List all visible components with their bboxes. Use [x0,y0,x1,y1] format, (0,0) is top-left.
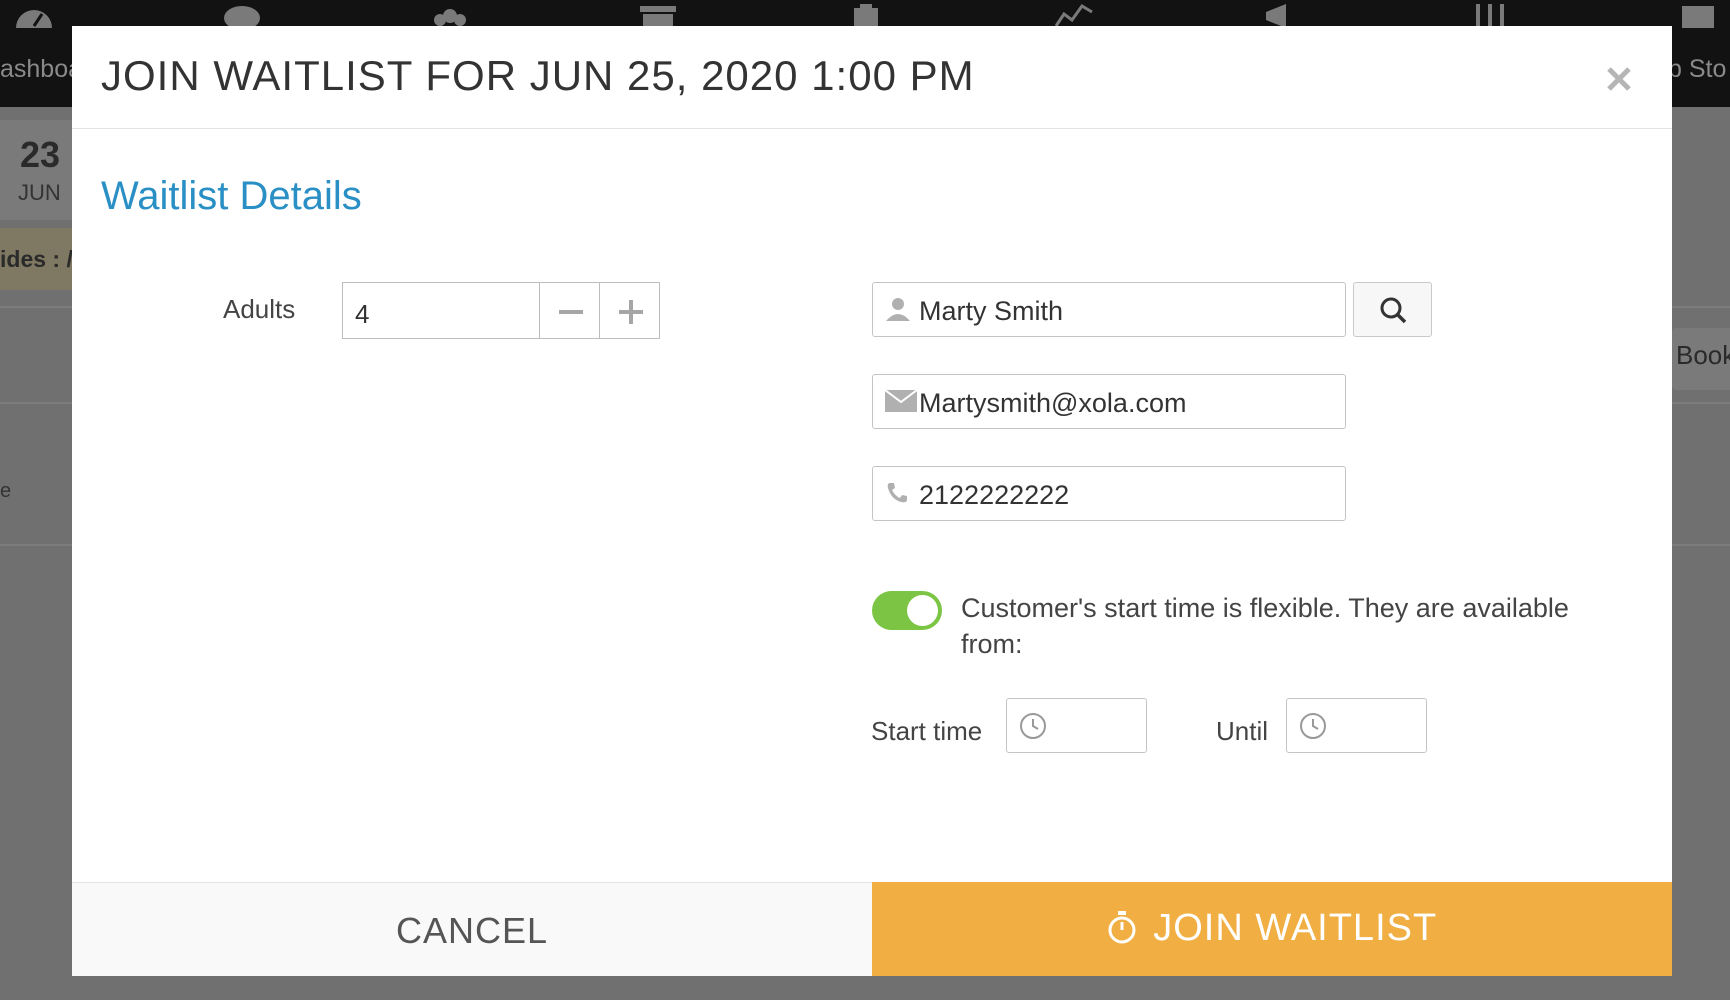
phone-field[interactable]: 2122222222 [872,466,1346,521]
decrement-button[interactable] [539,282,600,339]
email-value: Martysmith@xola.com [919,388,1187,418]
user-icon [886,298,910,321]
nav-label-dashboard: ashboa [0,55,83,83]
start-time-label: Start time [871,716,983,746]
envelope-icon [885,390,917,412]
until-time-input[interactable] [1286,698,1427,753]
until-label: Until [1216,716,1269,746]
close-icon[interactable] [1604,64,1634,94]
section-title: Waitlist Details [101,174,362,218]
minus-icon [559,310,583,314]
store-icon [1682,6,1714,28]
clock-icon [1300,713,1326,739]
sliders-icon [1476,4,1504,28]
cancel-label: CANCEL [395,910,549,951]
guides-banner: ides : / [0,228,73,290]
modal-title: JOIN WAITLIST FOR JUN 25, 2020 1:00 PM [101,52,975,99]
background-text-fragment: e [0,480,12,502]
join-waitlist-label: JOIN WAITLIST [1153,907,1438,949]
book-button: Book [1672,328,1730,390]
dashboard-icon [16,10,52,28]
book-label: Book [1676,340,1730,370]
piggy-bank-icon [224,6,260,28]
flexible-time-text: Customer's start time is flexible. They … [961,593,1569,659]
adults-label: Adults [223,294,296,324]
modal-header: JOIN WAITLIST FOR JUN 25, 2020 1:00 PM [72,26,1672,129]
stopwatch-icon [1108,911,1136,944]
join-waitlist-button[interactable]: JOIN WAITLIST [872,882,1672,976]
customer-name-field[interactable]: Marty Smith [872,282,1346,337]
users-icon [434,9,466,26]
megaphone-icon [1266,4,1286,28]
customer-name-value: Marty Smith [919,296,1064,326]
start-time-input[interactable] [1006,698,1147,753]
plus-icon [619,300,643,324]
date-day: 23 [20,134,61,175]
nav-label-app-store: p Sto [1668,55,1727,83]
date-picker-day: 23 JUN [0,120,72,220]
phone-value: 2122222222 [919,480,1070,510]
guides-banner-text: ides : / [0,246,73,272]
flexible-time-toggle[interactable] [872,591,942,630]
search-icon [1380,297,1407,324]
increment-button[interactable] [599,282,660,339]
email-field[interactable]: Martysmith@xola.com [872,374,1346,429]
cancel-button[interactable]: CANCEL [72,882,872,976]
clock-icon [1020,713,1046,739]
join-waitlist-modal: JOIN WAITLIST FOR JUN 25, 2020 1:00 PM W… [72,26,1672,976]
archive-icon [640,6,676,28]
clipboard-icon [854,4,878,28]
adults-input[interactable]: 4 [342,282,540,339]
phone-icon [887,483,907,503]
customer-search-button[interactable] [1353,282,1432,337]
line-chart-icon [1054,4,1093,27]
date-month: JUN [18,180,61,205]
toggle-knob [907,595,938,626]
